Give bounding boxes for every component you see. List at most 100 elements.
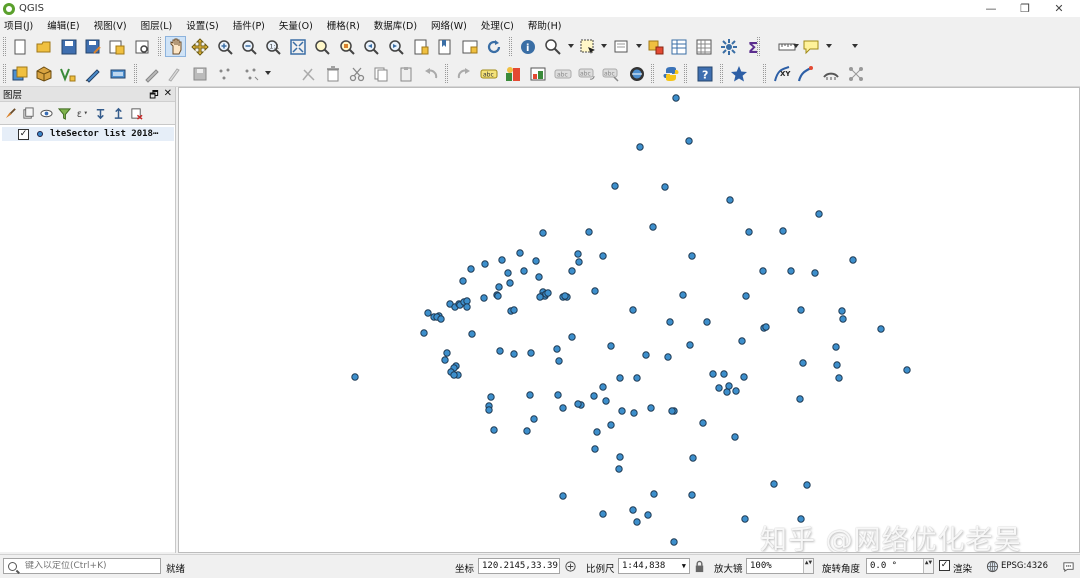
open-attribute-table-icon[interactable] (645, 36, 666, 57)
render-checkbox[interactable]: ✓ (939, 560, 950, 571)
spin-arrows-icon[interactable]: ▲▼ (803, 559, 813, 573)
close-window-button[interactable]: ✕ (1042, 0, 1076, 17)
crs-label[interactable]: EPSG:4326 (1001, 561, 1048, 571)
locator-input[interactable] (25, 561, 153, 571)
manage-map-themes-icon[interactable] (39, 106, 53, 120)
label-toolbar-icon[interactable] (453, 63, 474, 84)
zoom-to-selection-icon[interactable] (311, 36, 332, 57)
menu-edit[interactable]: 编辑(E) (47, 18, 79, 32)
text-annotation-icon[interactable] (800, 36, 821, 57)
select-features-icon[interactable] (577, 36, 598, 57)
crs-globe-icon[interactable] (985, 559, 999, 573)
minimize-button[interactable]: — (974, 0, 1008, 17)
collapse-all-icon[interactable] (111, 106, 125, 120)
redo-icon[interactable] (420, 63, 441, 84)
zoom-in-icon[interactable] (214, 36, 235, 57)
toolbar-grip[interactable] (720, 64, 723, 83)
digitize-icon[interactable] (82, 63, 103, 84)
maximize-button[interactable]: ❐ (1008, 0, 1042, 17)
new-map-view-icon[interactable] (459, 36, 480, 57)
current-edits-icon[interactable] (141, 63, 162, 84)
layer-diagram-icon[interactable]: abc (478, 63, 499, 84)
lock-scale-icon[interactable] (692, 559, 706, 573)
copy-features-icon[interactable] (346, 63, 367, 84)
show-bookmarks-icon[interactable] (434, 36, 455, 57)
toolbar-grip[interactable] (134, 64, 137, 83)
toolbar-grip[interactable] (763, 64, 766, 83)
toolbar-grip[interactable] (445, 64, 448, 83)
new-virtual-layer-icon[interactable] (107, 63, 128, 84)
coordinate-field[interactable]: 120.2145,33.3917 (478, 558, 560, 574)
menu-settings[interactable]: 设置(S) (186, 18, 218, 32)
toolbar-grip[interactable] (509, 37, 512, 56)
chevron-down-icon[interactable] (793, 44, 799, 48)
identify-icon[interactable]: i (517, 36, 538, 57)
toolbar-grip[interactable] (3, 37, 6, 56)
move-label-icon[interactable]: abc (552, 63, 573, 84)
open-project-icon[interactable] (33, 36, 54, 57)
menu-web[interactable]: 网络(W) (431, 18, 467, 32)
chevron-down-icon[interactable] (601, 44, 607, 48)
pan-to-selection-icon[interactable] (189, 36, 210, 57)
message-log-icon[interactable] (1061, 559, 1075, 573)
new-bookmark-icon[interactable] (410, 36, 431, 57)
zoom-full-icon[interactable] (287, 36, 308, 57)
favorites-star-icon[interactable] (728, 63, 749, 84)
new-project-icon[interactable] (9, 36, 30, 57)
remove-layer-icon[interactable] (129, 106, 143, 120)
curve-tool-icon[interactable] (795, 63, 816, 84)
zoom-native-icon[interactable]: 1:1 (262, 36, 283, 57)
toggle-editing-icon[interactable] (163, 63, 184, 84)
expand-all-icon[interactable] (93, 106, 107, 120)
menu-view[interactable]: 视图(V) (94, 18, 127, 32)
new-geopackage-icon[interactable] (33, 63, 54, 84)
save-edits-icon[interactable] (189, 63, 210, 84)
topology-icon[interactable] (845, 63, 866, 84)
new-shapefile-icon[interactable] (57, 63, 78, 84)
locator-bar[interactable] (3, 558, 161, 574)
filter-by-expression-icon[interactable]: ε (75, 106, 89, 120)
statistics-icon[interactable] (718, 36, 739, 57)
paste-features-icon[interactable] (370, 63, 391, 84)
python-console-icon[interactable] (660, 63, 681, 84)
menu-help[interactable]: 帮助(H) (528, 18, 562, 32)
rotate-label-icon[interactable]: abc (576, 63, 597, 84)
rotation-field[interactable]: 0.0 ° ▲▼ (866, 558, 934, 574)
save-project-icon[interactable] (58, 36, 79, 57)
field-calculator-icon[interactable] (668, 36, 689, 57)
xy-tool-icon[interactable]: XY (771, 63, 792, 84)
zoom-last-icon[interactable] (360, 36, 381, 57)
processing-toolbox-icon[interactable] (693, 36, 714, 57)
menu-processing[interactable]: 处理(C) (481, 18, 514, 32)
undock-panel-button[interactable]: 🗗 (149, 88, 158, 105)
menu-raster[interactable]: 栅格(R) (327, 18, 360, 32)
map-canvas[interactable]: 知乎 @网络优化老吴 (178, 87, 1080, 553)
menu-layer[interactable]: 图层(L) (141, 18, 173, 32)
data-source-manager-icon[interactable] (9, 63, 30, 84)
chevron-down-icon[interactable] (568, 44, 574, 48)
layer-visibility-checkbox[interactable]: ✓ (18, 128, 29, 140)
chevron-down-icon[interactable] (852, 44, 858, 48)
zoom-out-icon[interactable] (238, 36, 259, 57)
plugin-globe-icon[interactable] (626, 63, 647, 84)
chevron-down-icon[interactable] (636, 44, 642, 48)
select-by-location-icon[interactable] (542, 36, 563, 57)
chevron-down-icon[interactable] (826, 44, 832, 48)
refresh-icon[interactable] (483, 36, 504, 57)
magnifier-field[interactable]: 100% ▲▼ (746, 558, 814, 574)
filter-legend-icon[interactable] (57, 106, 71, 120)
toolbar-grip[interactable] (158, 37, 161, 56)
vertex-tool-icon[interactable] (240, 63, 261, 84)
open-styling-icon[interactable] (3, 106, 17, 120)
layer-item[interactable]: ✓ lteSector list 2018⋯ (2, 127, 174, 141)
menu-database[interactable]: 数据库(D) (374, 18, 417, 32)
zoom-next-icon[interactable] (385, 36, 406, 57)
zoom-to-layer-icon[interactable] (336, 36, 357, 57)
print-layout-icon[interactable] (106, 36, 127, 57)
undo-icon[interactable] (395, 63, 416, 84)
spin-arrows-icon[interactable]: ▲▼ (923, 559, 933, 573)
highlight-labels-icon[interactable] (527, 63, 548, 84)
close-panel-button[interactable]: ✕ (164, 88, 172, 105)
delete-selected-icon[interactable] (297, 63, 318, 84)
help-icon[interactable]: ? (694, 63, 715, 84)
